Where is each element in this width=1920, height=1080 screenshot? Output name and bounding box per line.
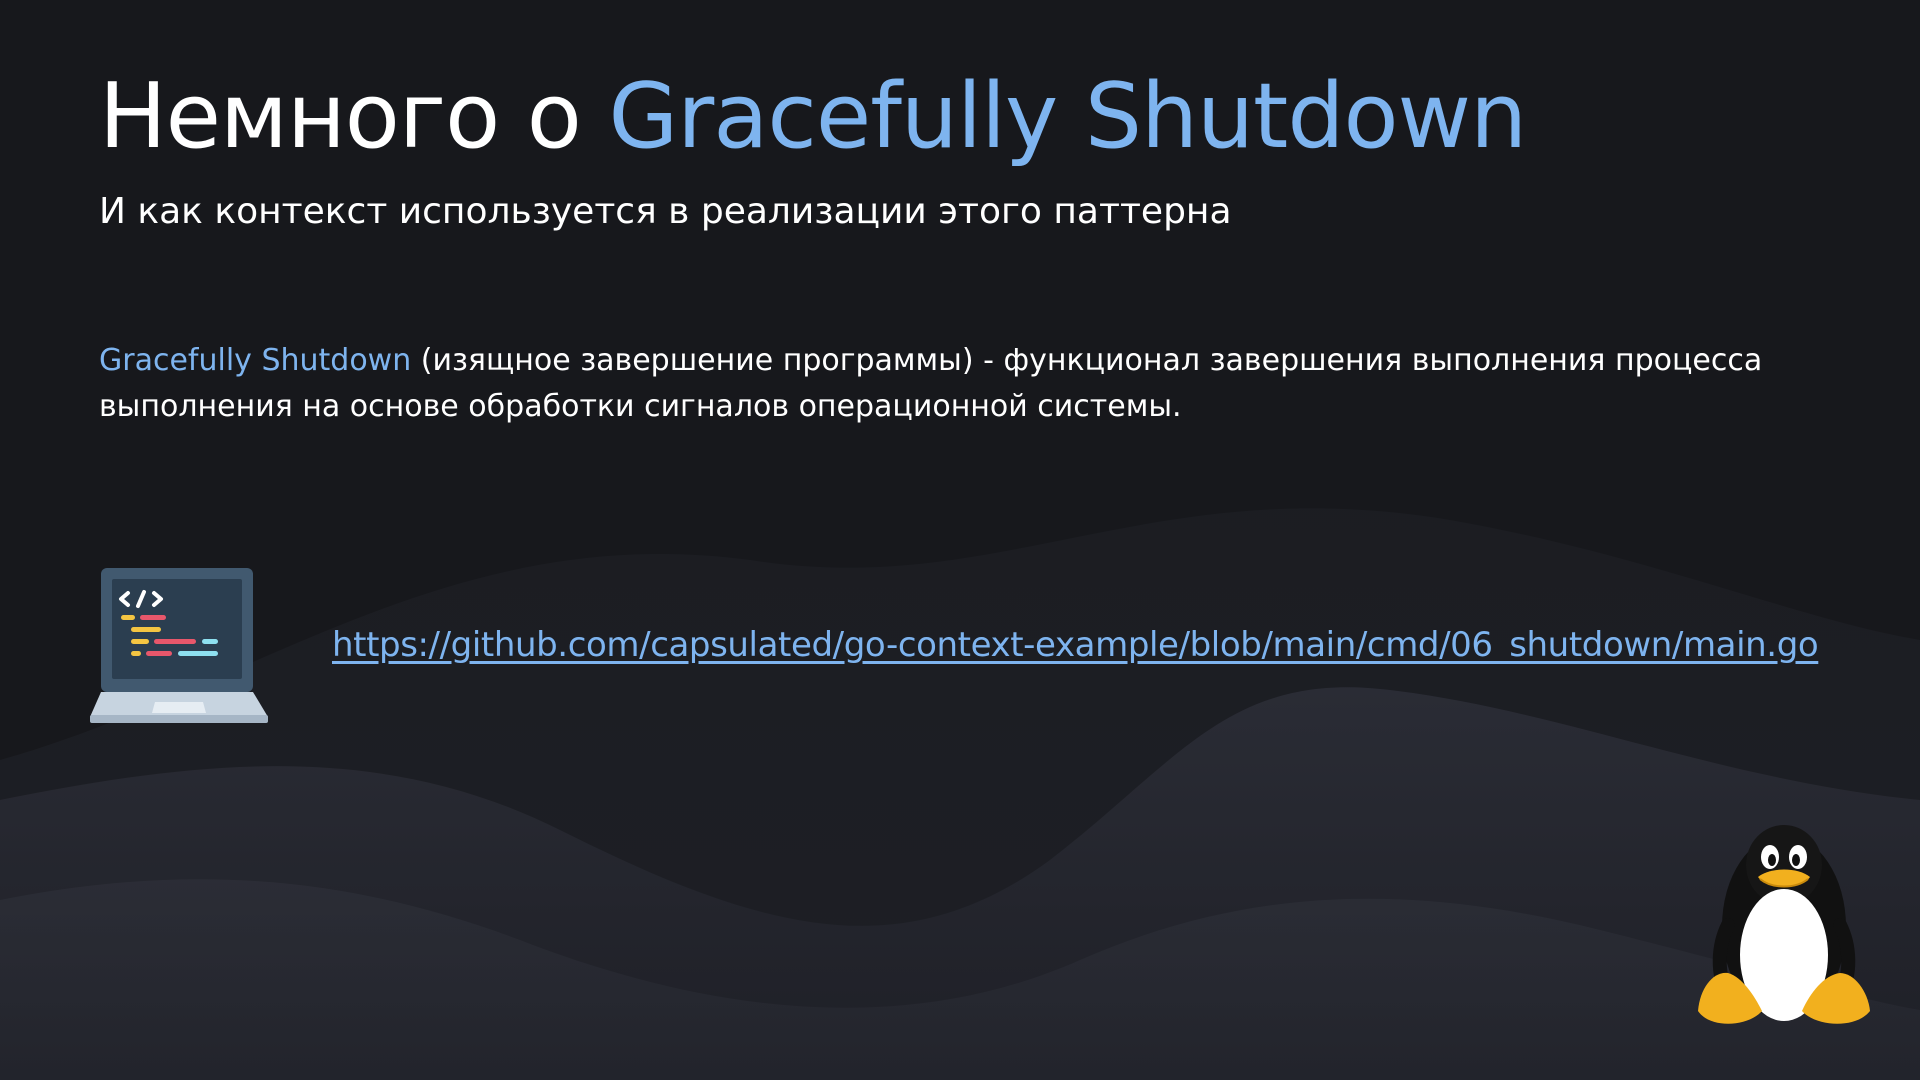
laptop-code-icon bbox=[90, 568, 268, 723]
repo-link[interactable]: https://github.com/capsulated/go-context… bbox=[332, 620, 1819, 670]
title-text: Немного о bbox=[99, 64, 609, 169]
slide: Немного о Gracefully Shutdown И как конт… bbox=[0, 0, 1920, 1080]
page-title: Немного о Gracefully Shutdown bbox=[99, 62, 1527, 172]
title-accent: Gracefully Shutdown bbox=[608, 64, 1527, 169]
subtitle: И как контекст используется в реализации… bbox=[99, 191, 1232, 232]
definition-paragraph: Gracefully Shutdown (изящное завершение … bbox=[99, 338, 1839, 430]
tux-penguin-icon bbox=[1698, 825, 1870, 1024]
definition-term: Gracefully Shutdown bbox=[99, 343, 412, 378]
